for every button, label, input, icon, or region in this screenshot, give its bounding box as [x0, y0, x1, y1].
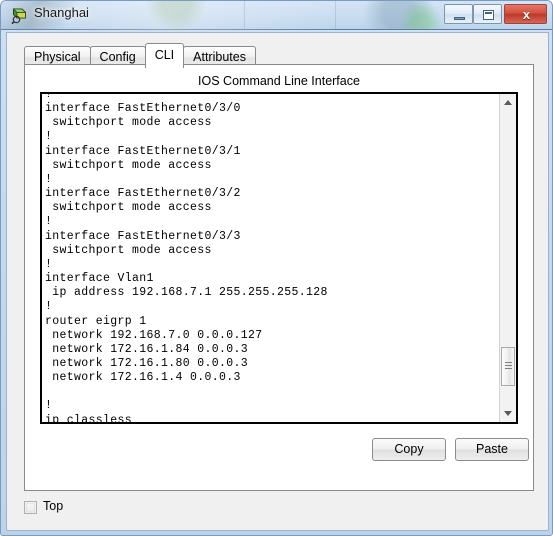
close-button[interactable]: x: [504, 4, 547, 24]
cli-vertical-scrollbar[interactable]: [499, 94, 516, 422]
cli-tab-panel: IOS Command Line Interface ! interface F…: [24, 64, 534, 491]
minimize-button[interactable]: [444, 4, 473, 24]
maximize-button[interactable]: [473, 4, 502, 24]
chevron-up-icon: [504, 100, 512, 105]
scrollbar-up-arrow-button[interactable]: [500, 94, 516, 111]
scrollbar-down-arrow-button[interactable]: [500, 405, 516, 422]
tab-strip: Physical Config CLI Attributes: [24, 43, 256, 68]
minimize-icon: [454, 17, 465, 20]
router-device-icon: [11, 8, 27, 24]
cli-panel-title: IOS Command Line Interface: [198, 74, 360, 88]
chevron-down-icon: [504, 411, 512, 416]
cli-console-area[interactable]: ! interface FastEthernet0/3/0 switchport…: [40, 92, 518, 424]
window-titlebar[interactable]: Shanghai x: [1, 1, 552, 30]
close-icon: x: [522, 6, 531, 22]
top-checkbox-inner: [26, 503, 35, 512]
dialog-body: Physical Config CLI Attributes IOS Comma…: [6, 32, 549, 531]
glass-background-seam-2: [335, 1, 336, 30]
top-checkbox[interactable]: [24, 501, 37, 514]
glass-background-seam: [244, 1, 245, 30]
top-checkbox-label: Top: [43, 499, 64, 513]
window-title: Shanghai: [34, 5, 89, 20]
scrollbar-grip-icon: [505, 362, 512, 371]
maximize-icon: [483, 10, 494, 20]
scrollbar-thumb[interactable]: [501, 347, 515, 386]
tab-cli[interactable]: CLI: [144, 43, 185, 68]
copy-button[interactable]: Copy: [372, 438, 446, 461]
paste-button[interactable]: Paste: [455, 438, 529, 461]
cli-console-text[interactable]: ! interface FastEthernet0/3/0 switchport…: [45, 94, 485, 422]
device-config-window: Shanghai x Physical Config CLI Attribute…: [0, 0, 553, 536]
